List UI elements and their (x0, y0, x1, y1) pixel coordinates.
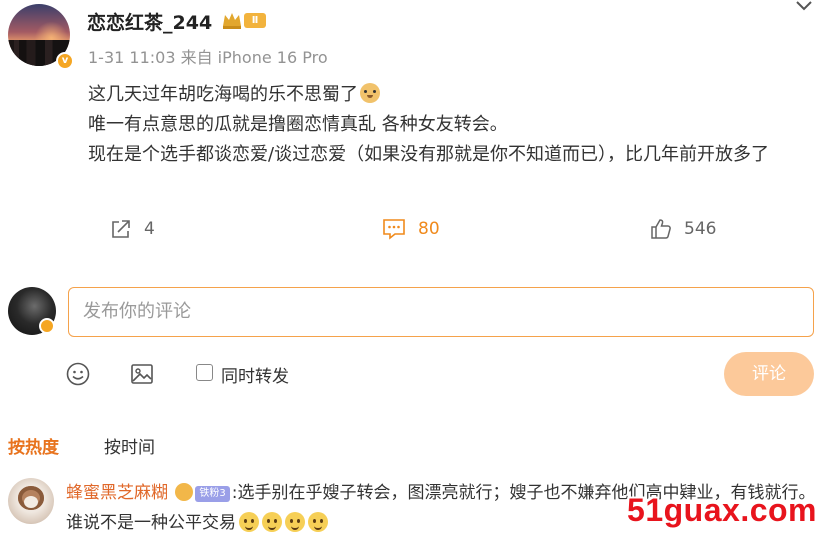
author-name[interactable]: 恋恋红茶_244 (87, 8, 212, 35)
post-line-2: 唯一有点意思的瓜就是撸圈恋情真乱 各种女友转会。 (88, 114, 508, 135)
share-button[interactable]: 4 (110, 218, 155, 240)
chevron-down-icon[interactable] (795, 0, 813, 12)
share-count: 4 (144, 219, 155, 239)
post-line-3: 现在是个选手都谈恋爱/谈过恋爱（如果没有那就是你不知道而已），比几年前开放多了 (88, 144, 770, 165)
share-icon (112, 220, 130, 238)
crown-icon (223, 13, 241, 29)
comment-input[interactable]: 发布你的评论 (68, 287, 814, 337)
smile-icon (239, 512, 259, 532)
post-line-1: 这几天过年胡吃海喝的乐不思蜀了 (88, 84, 358, 105)
repost-label[interactable]: 同时转发 (221, 362, 289, 387)
verified-badge-icon: v (56, 52, 74, 70)
comment-button[interactable]: 80 (382, 218, 440, 240)
thumbs-up-icon (651, 219, 671, 239)
like-button[interactable]: 546 (650, 218, 716, 240)
watermark: 51guax.com (627, 492, 817, 528)
like-count: 546 (684, 219, 717, 239)
fan-emoji-icon (175, 483, 194, 501)
image-icon[interactable] (130, 362, 154, 386)
commenter-name[interactable]: 蜂蜜黑芝麻糊 (66, 483, 168, 503)
submit-comment-button[interactable]: 评论 (724, 352, 814, 396)
sort-by-hot-tab[interactable]: 按热度 (8, 433, 59, 458)
comment-count: 80 (418, 219, 440, 239)
post-meta: 1-31 11:03 来自 iPhone 16 Pro (88, 48, 328, 67)
comment-icon (383, 219, 405, 240)
user-badge-icon (39, 318, 55, 334)
smile-icon (285, 512, 305, 532)
post-content: 这几天过年胡吃海喝的乐不思蜀了 唯一有点意思的瓜就是撸圈恋情真乱 各种女友转会。… (88, 80, 808, 170)
smile-icon (262, 512, 282, 532)
repost-checkbox[interactable] (196, 364, 213, 381)
doge-icon (360, 83, 380, 103)
fan-level-badge: 铁粉3 (195, 486, 230, 502)
post-actions: 4 80 546 (0, 218, 823, 248)
commenter-avatar[interactable] (8, 478, 54, 524)
sort-by-time-tab[interactable]: 按时间 (104, 433, 155, 458)
smile-icon (308, 512, 328, 532)
emoji-icon[interactable] (66, 362, 90, 386)
vip-level-badge: Ⅱ (244, 13, 266, 28)
